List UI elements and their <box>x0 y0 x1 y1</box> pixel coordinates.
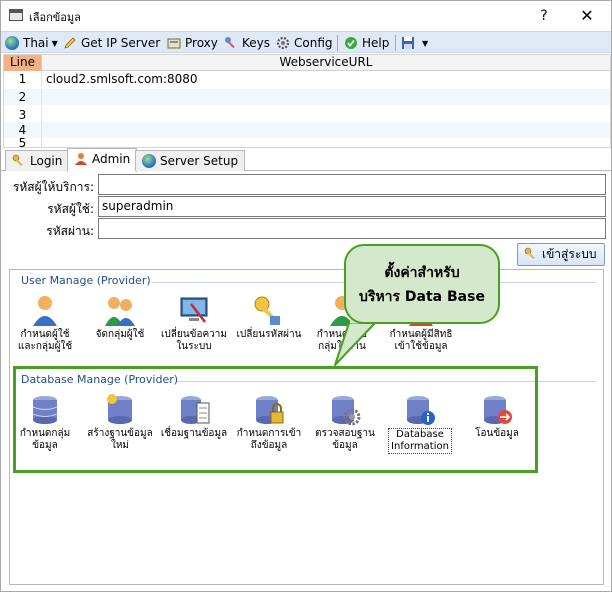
chevron-down-icon: ▼ <box>51 38 58 48</box>
tab-admin[interactable]: Admin <box>67 148 138 172</box>
window-title: เลือกข้อมูล <box>29 11 81 24</box>
table-row[interactable]: 4 <box>4 122 610 138</box>
column-header-url: WebserviceURL <box>279 55 373 69</box>
app-window: เลือกข้อมูล ? ✕ Thai ▼ Get IP Server Prox… <box>0 0 612 592</box>
password-input[interactable] <box>98 218 606 239</box>
gear-icon <box>276 36 290 49</box>
tab-server-setup-label: Server Setup <box>160 154 239 168</box>
help-menu-button[interactable]: Help <box>344 34 389 52</box>
row-number: 1 <box>4 71 42 87</box>
webservice-url-grid[interactable]: Line WebserviceURL 1 cloud2.smlsoft.com:… <box>3 54 611 148</box>
row-number: 2 <box>4 89 42 105</box>
save-icon <box>402 36 414 49</box>
proxy-label: Proxy <box>185 36 218 50</box>
user-icon <box>33 296 57 326</box>
url-cell[interactable]: cloud2.smlsoft.com:8080 <box>46 71 198 87</box>
admin-user-icon <box>75 152 87 165</box>
get-ip-server-label: Get IP Server <box>81 36 161 50</box>
key-icon <box>12 154 23 166</box>
chevron-down-icon: ▼ <box>422 38 429 48</box>
row-number: 5 <box>4 137 42 147</box>
table-row[interactable]: 1 cloud2.smlsoft.com:8080 <box>4 71 610 87</box>
globe-icon <box>142 153 156 168</box>
user-manage-title: User Manage (Provider) <box>21 274 151 287</box>
table-row[interactable]: 3 <box>4 107 610 123</box>
callout-bubble: ตั้งค่าสำหรับ บริหาร Data Base <box>344 244 500 324</box>
row-number: 4 <box>4 122 42 138</box>
get-ip-server-button[interactable]: Get IP Server <box>63 34 160 52</box>
check-circle-icon <box>345 36 357 49</box>
close-button[interactable]: ✕ <box>567 3 607 29</box>
data-access-users-label: กำหนดผู้มีสิทธิ เข้าใช้ข้อมูล <box>389 329 453 352</box>
change-password-label: เปลี่ยนรหัสผ่าน <box>236 329 302 340</box>
keys-label: Keys <box>242 36 271 50</box>
provider-code-input[interactable] <box>98 174 606 195</box>
group-users-label: จัดกลุ่มผู้ใช้ <box>95 329 145 340</box>
table-row[interactable]: 2 <box>4 89 610 105</box>
column-header-line: Line <box>4 55 42 71</box>
app-window-icon <box>9 9 23 21</box>
tab-server-setup[interactable]: Server Setup <box>135 150 246 171</box>
change-messages-item[interactable]: เปลี่ยนข้อความ ในระบบ <box>159 294 229 353</box>
user-code-label: รหัสผู้ใช้: <box>47 202 94 216</box>
provider-code-label: รหัสผู้ให้บริการ: <box>12 180 94 194</box>
group-users-item[interactable]: จัดกลุ่มผู้ใช้ <box>85 294 155 341</box>
toolbar-divider <box>337 35 338 51</box>
database-highlight-box <box>13 366 538 473</box>
tab-bar: Login Admin Server Setup <box>1 148 611 172</box>
password-label: รหัสผ่าน: <box>46 224 94 238</box>
keys-button[interactable]: Keys <box>224 34 270 52</box>
help-button[interactable]: ? <box>527 3 561 29</box>
monitor-icon <box>180 297 208 323</box>
config-label: Config <box>294 36 333 50</box>
globe-icon <box>5 35 19 50</box>
define-users-label: กำหนดผู้ใช้ และกลุ่มผู้ใช้ <box>17 329 73 352</box>
help-label: Help <box>362 36 390 50</box>
row-number: 3 <box>4 107 42 123</box>
language-dropdown[interactable]: Thai ▼ <box>5 34 58 52</box>
toolbar: Thai ▼ Get IP Server Proxy Keys Config He… <box>1 31 611 53</box>
proxy-icon <box>167 38 181 48</box>
user-group-icon <box>105 297 135 326</box>
keys-icon <box>225 36 235 48</box>
change-messages-label: เปลี่ยนข้อความ ในระบบ <box>161 329 227 352</box>
tab-admin-label: Admin <box>92 152 131 166</box>
proxy-button[interactable]: Proxy <box>167 34 218 52</box>
user-code-input[interactable]: superadmin <box>98 196 606 217</box>
callout-line-2: บริหาร Data Base <box>359 289 485 305</box>
key-icon <box>524 247 535 259</box>
define-users-item[interactable]: กำหนดผู้ใช้ และกลุ่มผู้ใช้ <box>10 294 80 353</box>
toolbar-divider <box>395 35 396 51</box>
grid-header: Line WebserviceURL <box>4 55 610 71</box>
change-password-item[interactable]: เปลี่ยนรหัสผ่าน <box>234 294 304 341</box>
login-button[interactable]: เข้าสู่ระบบ <box>517 243 605 266</box>
pencil-icon <box>64 36 76 49</box>
config-button[interactable]: Config <box>276 34 333 52</box>
login-button-label: เข้าสู่ระบบ <box>542 247 597 261</box>
tab-login[interactable]: Login <box>5 150 70 171</box>
tab-login-label: Login <box>30 154 63 168</box>
language-label: Thai <box>23 36 49 50</box>
key-icon <box>254 296 280 325</box>
title-bar: เลือกข้อมูล ? ✕ <box>1 1 611 31</box>
callout-pointer <box>334 319 376 366</box>
callout-line-1: ตั้งค่าสำหรับ <box>384 265 460 281</box>
table-row[interactable]: 5 <box>4 137 610 147</box>
save-dropdown[interactable]: ▼ <box>401 34 428 52</box>
